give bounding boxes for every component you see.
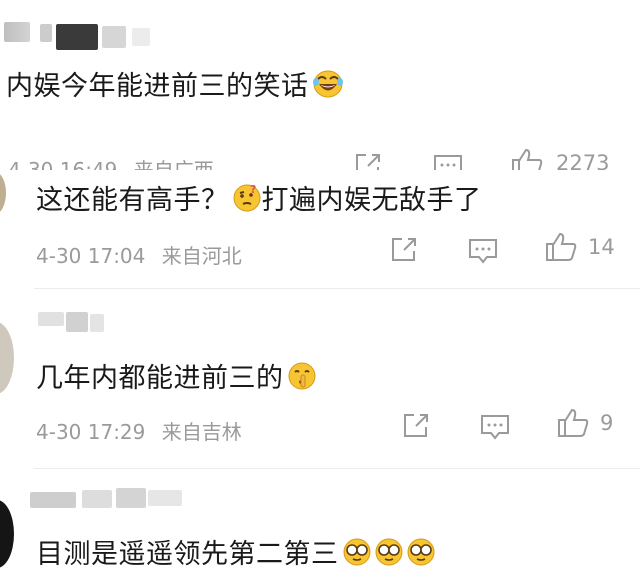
comment-2: 这还能有高手？ ? 打遍内娱无敌手了 4-30 17:04 来自河北 14 — [0, 170, 640, 290]
shush-emoji — [287, 361, 317, 398]
divider — [34, 468, 640, 469]
comment-icon — [469, 239, 497, 264]
thumbs-up-icon — [558, 408, 589, 437]
comment-date: 4-30 17:29 — [36, 420, 146, 444]
comment-4: 目测是遥遥领先第二第三 — [0, 470, 640, 579]
comment-location: 来自河北 — [161, 244, 242, 268]
comment-location: 来自吉林 — [161, 420, 242, 444]
comment-date: 4-30 17:04 — [36, 244, 146, 268]
comment-text: 目测是遥遥领先第二第三 — [36, 532, 438, 574]
thinking-emoji: ? — [232, 183, 262, 220]
share-icon — [392, 238, 416, 261]
share-button[interactable] — [402, 412, 430, 438]
comment-icon — [481, 415, 509, 440]
share-button[interactable] — [390, 236, 418, 262]
avatar[interactable] — [0, 322, 14, 394]
comment-meta: 4-30 17:04 来自河北 — [36, 240, 242, 269]
like-button[interactable]: 14 — [544, 232, 615, 262]
divider — [34, 288, 640, 289]
comment-text: 几年内都能进前三的 — [36, 356, 317, 398]
glasses-emoji — [342, 537, 438, 574]
comment-meta: 4-30 17:29 来自吉林 — [36, 416, 242, 445]
avatar[interactable] — [0, 172, 6, 214]
share-icon — [404, 414, 428, 437]
avatar[interactable] — [0, 500, 14, 568]
laugh-cry-emoji — [312, 69, 344, 106]
comment-button[interactable] — [468, 238, 498, 264]
like-count: 14 — [588, 235, 615, 259]
comment-3: 几年内都能进前三的 4-30 17:29 来自吉林 9 — [0, 292, 640, 470]
like-button[interactable]: 9 — [556, 408, 613, 438]
comment-button[interactable] — [480, 414, 510, 440]
comment-text: 这还能有高手？ ? 打遍内娱无敌手了 — [36, 178, 482, 220]
thumbs-up-icon — [546, 232, 577, 261]
comment-1: 内娱今年能进前三的笑话 4-30 16:49 来自广西 2273 — [0, 0, 640, 182]
comment-text: 内娱今年能进前三的笑话 — [6, 64, 344, 106]
like-count: 9 — [600, 411, 614, 435]
svg-text:?: ? — [250, 183, 257, 196]
